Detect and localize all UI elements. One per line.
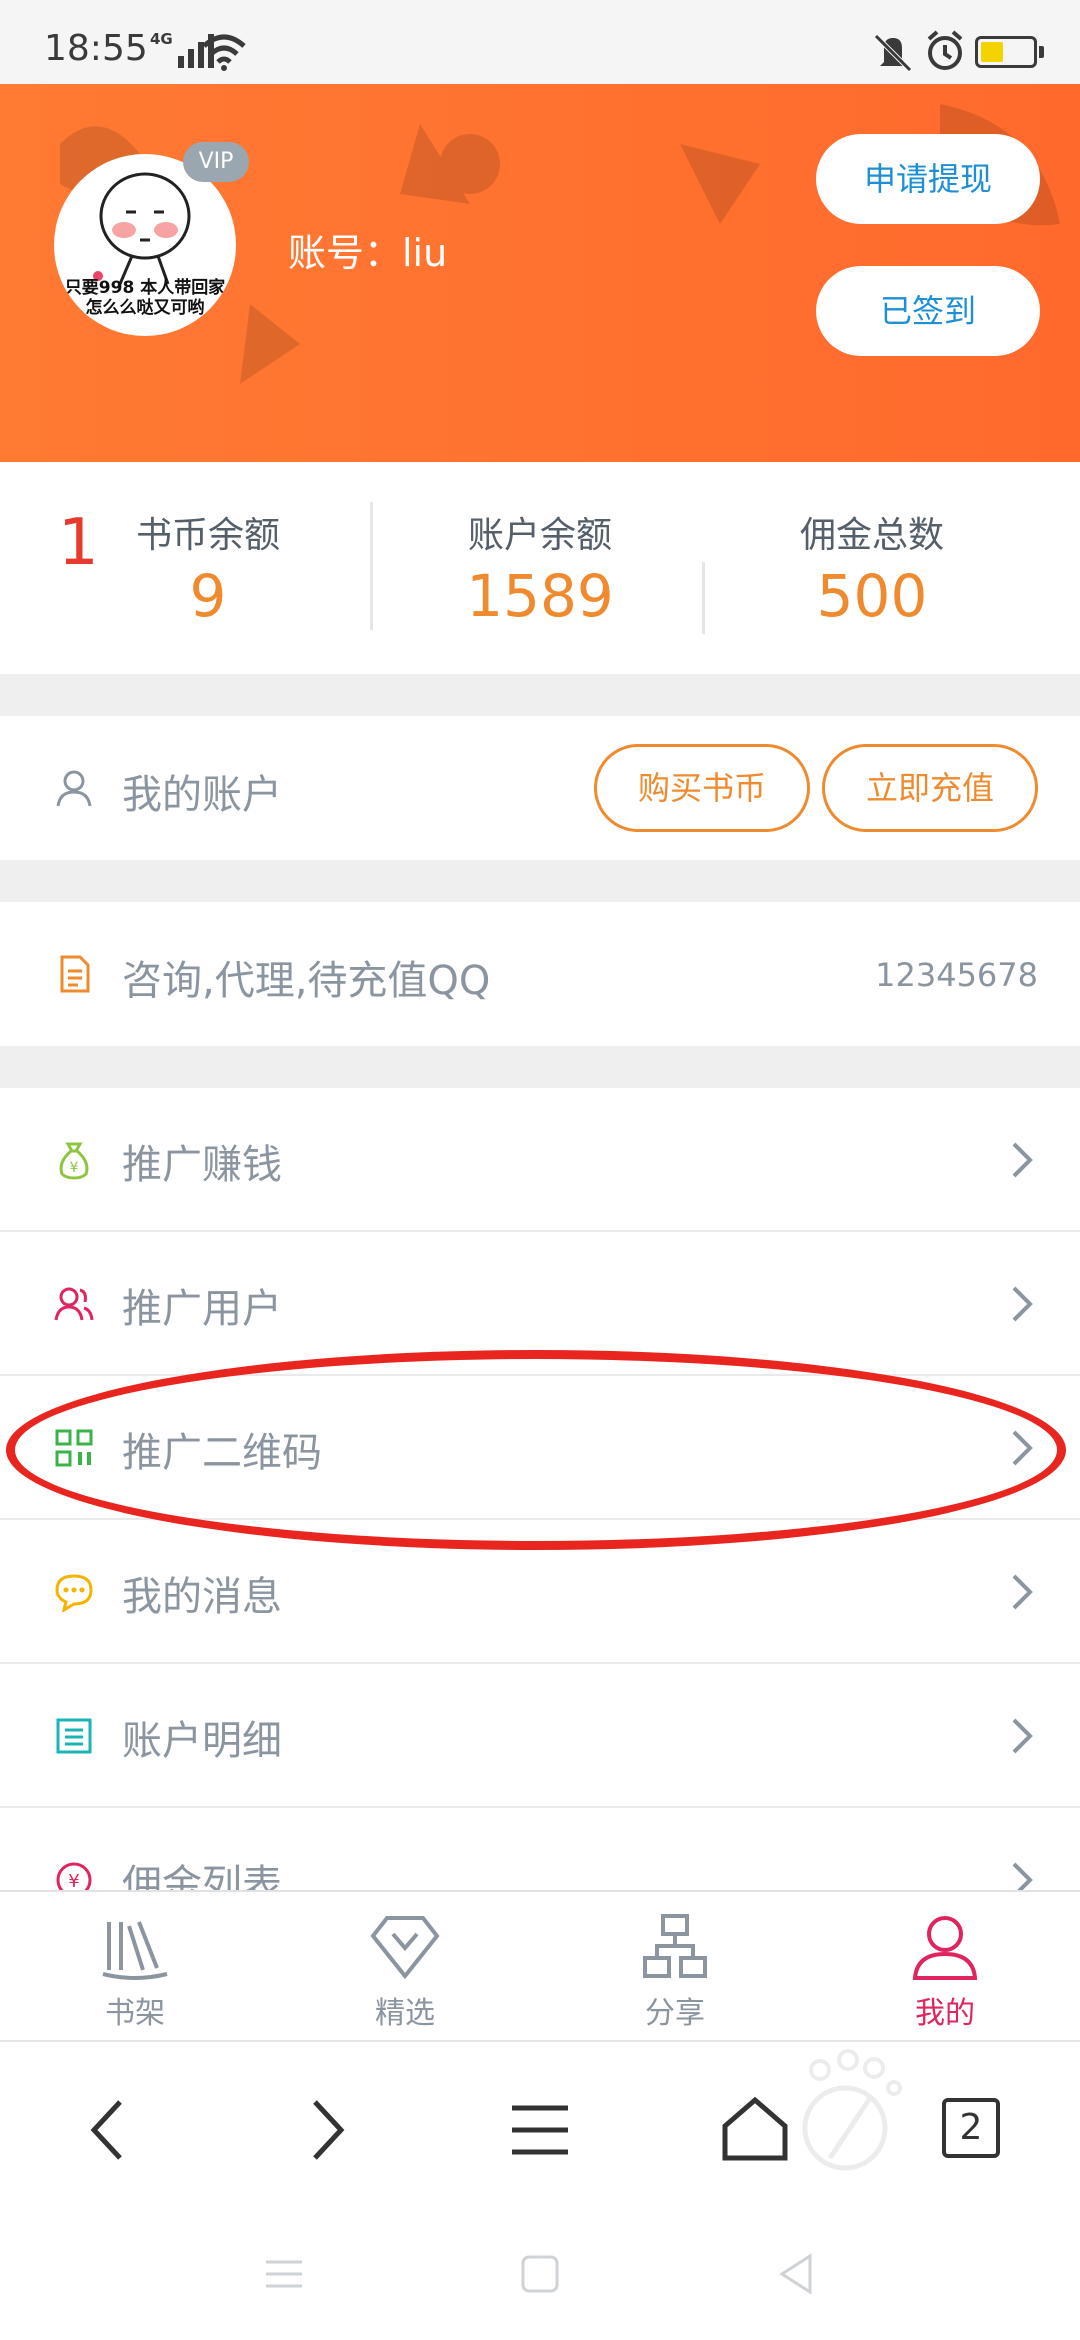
section-gap (0, 674, 1080, 716)
home-button-icon[interactable] (518, 2252, 562, 2296)
my-account-row: 我的账户 购买书币 立即充值 (0, 716, 1080, 860)
menu-label: 我的消息 (122, 1574, 282, 1620)
recent-apps-icon[interactable] (262, 2252, 306, 2296)
menu-label: 推广赚钱 (122, 1142, 282, 1188)
signed-in-button[interactable]: 已签到 (816, 266, 1040, 356)
bottom-tab-bar: 书架 精选 分享 我的 (0, 1890, 1080, 2040)
section-gap (0, 1046, 1080, 1088)
account-name: 账号：liu (288, 231, 448, 275)
tab-profile[interactable]: 我的 (880, 1912, 1010, 2032)
stat-value: 500 (816, 562, 928, 630)
alarm-icon (927, 30, 963, 70)
svg-text:¥: ¥ (70, 1160, 79, 1176)
status-bar: 18:55 4G (0, 0, 1080, 84)
menu-item-my-messages[interactable]: 我的消息 (0, 1520, 1080, 1664)
tab-label: 我的 (915, 1996, 975, 2031)
users-icon (54, 1287, 94, 1321)
bookshelf-icon (102, 1921, 168, 1980)
section-gap (0, 860, 1080, 902)
menu-icon[interactable] (500, 2090, 580, 2170)
menu-label: 佣金列表 (122, 1862, 282, 1890)
menu-label: 推广用户 (122, 1286, 282, 1332)
tab-share[interactable]: 分享 (610, 1912, 740, 2032)
stat-commission-total[interactable]: 佣金总数 500 (772, 506, 972, 630)
menu-item-promote-qrcode[interactable]: 推广二维码 (0, 1376, 1080, 1520)
menu-item-commission-list[interactable]: ¥ 佣金列表 (0, 1808, 1080, 1890)
avatar-caption: 只要998 本人带回家 怎么么哒又可哟 (64, 278, 226, 318)
recharge-now-button[interactable]: 立即充值 (822, 744, 1038, 832)
chevron-right-icon (1012, 1574, 1033, 1610)
tab-featured[interactable]: 精选 (340, 1912, 470, 2032)
tab-label: 书架 (105, 1996, 165, 2031)
tab-label: 精选 (375, 1996, 435, 2031)
menu-label: 账户明细 (122, 1718, 282, 1764)
battery-icon (975, 36, 1037, 68)
qq-number: 12345678 (875, 956, 1038, 994)
contact-qq-row[interactable]: 咨询,代理,待充值QQ 12345678 (0, 902, 1080, 1046)
status-time: 18:55 (44, 28, 148, 69)
chevron-right-icon (1012, 1430, 1033, 1466)
stat-label: 账户余额 (467, 515, 612, 556)
buy-coins-button[interactable]: 购买书币 (594, 744, 810, 832)
yen-icon: ¥ (56, 1862, 92, 1890)
featured-icon (370, 1916, 440, 1980)
divider (702, 562, 705, 634)
tab-bookshelf[interactable]: 书架 (70, 1912, 200, 2032)
stat-count: 1 (58, 506, 99, 580)
my-account-label: 我的账户 (122, 772, 282, 818)
withdraw-button[interactable]: 申请提现 (816, 134, 1040, 224)
stat-value: 9 (189, 562, 227, 630)
home-icon[interactable] (715, 2090, 795, 2170)
forward-icon[interactable] (285, 2090, 365, 2170)
chevron-right-icon (1012, 1142, 1033, 1178)
menu-item-promote-earn[interactable]: ¥ 推广赚钱 (0, 1088, 1080, 1232)
menu-label: 推广二维码 (122, 1430, 322, 1476)
user-icon (56, 770, 92, 807)
share-icon (643, 1914, 707, 1978)
menu-item-promote-users[interactable]: 推广用户 (0, 1232, 1080, 1376)
wifi-icon (202, 34, 246, 71)
profile-icon (912, 1916, 978, 1980)
balance-stats: 1 书币余额 9 账户余额 1589 佣金总数 500 (0, 462, 1080, 674)
watermark-icon (802, 2049, 902, 2171)
chevron-right-icon (1012, 1862, 1033, 1890)
back-button-icon[interactable] (774, 2252, 818, 2296)
stat-value: 1589 (466, 562, 614, 630)
money-bag-icon: ¥ (59, 1142, 89, 1180)
stat-label: 书币余额 (135, 515, 280, 556)
tab-label: 分享 (645, 1996, 705, 2031)
stat-label: 佣金总数 (799, 515, 944, 556)
vip-badge: VIP (183, 142, 249, 182)
system-nav-bar (0, 2210, 1080, 2340)
chevron-right-icon (1012, 1286, 1033, 1322)
chevron-right-icon (1012, 1718, 1033, 1754)
contact-label: 咨询,代理,待充值QQ (122, 958, 491, 1004)
profile-header: 只要998 本人带回家 怎么么哒又可哟 VIP 账号：liu 申请提现 已签到 (0, 84, 1080, 462)
message-icon (55, 1574, 93, 1612)
divider (370, 502, 373, 630)
menu-item-account-details[interactable]: 账户明细 (0, 1664, 1080, 1808)
document-icon (60, 955, 90, 993)
stat-account-balance[interactable]: 账户余额 1589 (440, 506, 640, 630)
qrcode-icon (55, 1429, 93, 1467)
svg-text:¥: ¥ (68, 1871, 79, 1890)
stat-coin-balance[interactable]: 书币余额 9 (118, 506, 298, 630)
browser-toolbar: 2 (0, 2040, 1080, 2210)
mute-icon (874, 34, 912, 72)
list-icon (56, 1718, 92, 1754)
tabs-count-button[interactable]: 2 (942, 2098, 1000, 2158)
back-icon[interactable] (70, 2090, 150, 2170)
